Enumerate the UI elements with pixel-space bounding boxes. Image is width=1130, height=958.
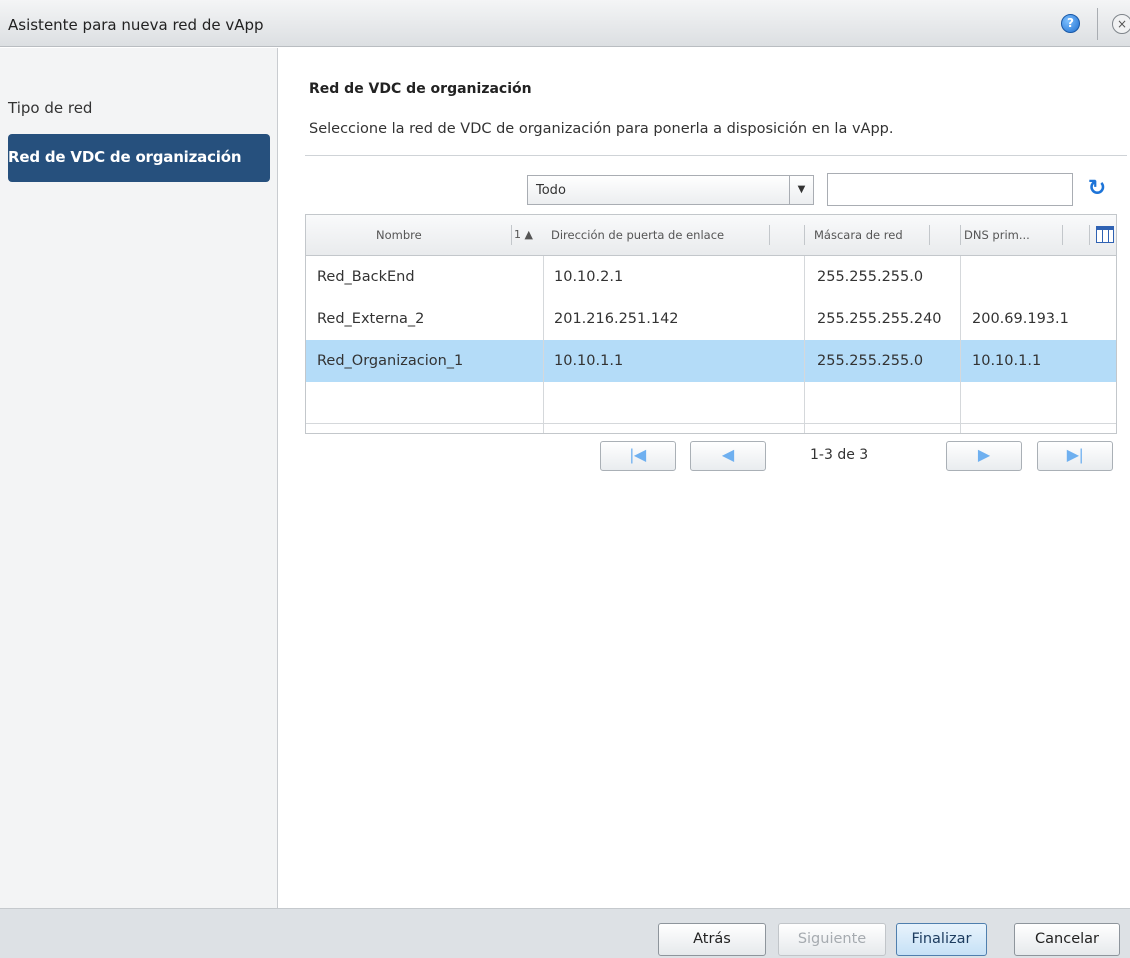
previous-page-button[interactable]: ◀ [690, 441, 766, 471]
page-description: Seleccione la red de VDC de organización… [309, 121, 894, 137]
column-header-gateway[interactable]: Dirección de puerta de enlace [551, 215, 776, 255]
column-gridline [543, 256, 544, 433]
table-row-selected[interactable]: Red_Organizacion_1 10.10.1.1 255.255.255… [306, 340, 1116, 382]
sort-indicator[interactable]: 1 ▲ [514, 215, 542, 255]
next-page-button[interactable]: ▶ [946, 441, 1022, 471]
table-row[interactable]: Red_BackEnd 10.10.2.1 255.255.255.0 [306, 256, 1116, 298]
column-header-primary-dns[interactable]: DNS prim... [964, 215, 1044, 255]
dialog-title: Asistente para nueva red de vApp [8, 16, 264, 34]
column-separator [769, 225, 770, 245]
cell-name: Red_Externa_2 [317, 311, 425, 327]
cell-name: Red_Organizacion_1 [317, 353, 464, 369]
chevron-down-icon[interactable]: ▼ [789, 176, 813, 204]
first-page-button[interactable]: |◀ [600, 441, 676, 471]
divider [305, 155, 1127, 156]
page-title: Red de VDC de organización [309, 81, 532, 97]
table-row[interactable]: Red_Externa_2 201.216.251.142 255.255.25… [306, 298, 1116, 340]
cell-netmask: 255.255.255.240 [817, 311, 942, 327]
refresh-icon[interactable]: ↻ [1083, 175, 1111, 203]
back-button[interactable]: Atrás [658, 923, 766, 956]
step-org-vdc-network[interactable]: Red de VDC de organización [8, 134, 270, 182]
column-separator [804, 225, 805, 245]
cell-name: Red_BackEnd [317, 269, 415, 285]
column-gridline [960, 256, 961, 433]
help-icon[interactable]: ? [1061, 14, 1080, 33]
last-page-button[interactable]: ▶| [1037, 441, 1113, 471]
dialog-footer: Atrás Siguiente Finalizar Cancelar [0, 908, 1130, 958]
cell-gateway: 10.10.2.1 [554, 269, 624, 285]
next-button[interactable]: Siguiente [778, 923, 886, 956]
pager-info: 1-3 de 3 [810, 447, 869, 463]
table-header: Nombre 1 ▲ Dirección de puerta de enlace… [306, 215, 1116, 256]
cell-gateway: 10.10.1.1 [554, 353, 624, 369]
column-gridline [804, 256, 805, 433]
column-separator [1089, 225, 1090, 245]
cell-gateway: 201.216.251.142 [554, 311, 679, 327]
wizard-steps-sidebar: Tipo de red Red de VDC de organización [0, 48, 278, 908]
cell-dns: 200.69.193.1 [972, 311, 1069, 327]
wizard-content: Red de VDC de organización Seleccione la… [279, 48, 1130, 908]
column-separator [511, 225, 512, 245]
finish-button[interactable]: Finalizar [896, 923, 987, 956]
network-filter-dropdown[interactable]: Todo ▼ [527, 175, 814, 205]
column-separator [1062, 225, 1063, 245]
column-separator [960, 225, 961, 245]
search-input[interactable] [827, 173, 1073, 206]
filter-selected-value: Todo [536, 183, 566, 198]
networks-table: Nombre 1 ▲ Dirección de puerta de enlace… [305, 214, 1117, 434]
cell-netmask: 255.255.255.0 [817, 353, 924, 369]
step-network-type[interactable]: Tipo de red [8, 93, 270, 123]
close-icon[interactable]: × [1112, 14, 1130, 34]
column-header-name[interactable]: Nombre [376, 215, 466, 255]
cell-netmask: 255.255.255.0 [817, 269, 924, 285]
row-gridline [306, 423, 1116, 424]
dialog-titlebar: Asistente para nueva red de vApp ? × [0, 0, 1130, 47]
column-separator [929, 225, 930, 245]
titlebar-divider [1097, 8, 1098, 40]
cancel-button[interactable]: Cancelar [1014, 923, 1120, 956]
column-header-netmask[interactable]: Máscara de red [814, 215, 929, 255]
cell-dns: 10.10.1.1 [972, 353, 1042, 369]
table-row-empty [306, 382, 1116, 424]
column-chooser-icon[interactable] [1096, 226, 1114, 243]
